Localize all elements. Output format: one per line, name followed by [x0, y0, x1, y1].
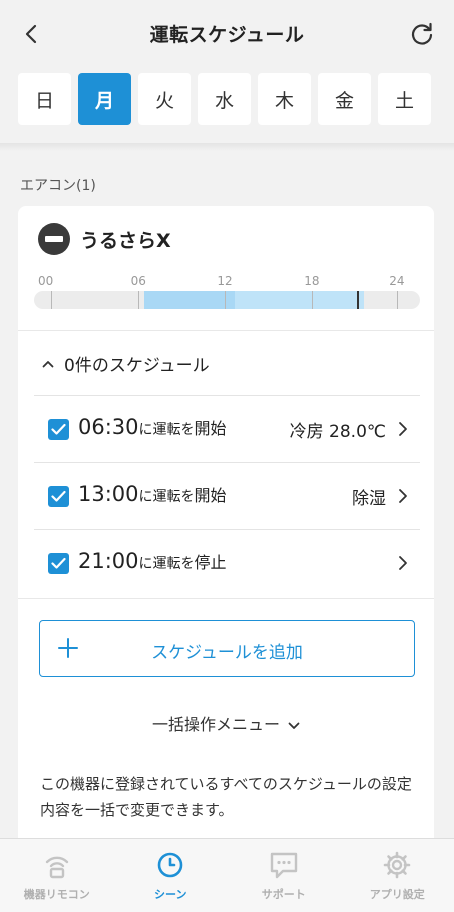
schedule-mode: 除湿: [352, 489, 386, 509]
tab-label: サポート: [261, 888, 306, 901]
schedule-suffix: に運転を: [138, 489, 195, 505]
chevron-down-icon: [288, 722, 300, 729]
schedule-action: 停止: [194, 553, 227, 572]
tab-scene[interactable]: シーン: [114, 839, 228, 912]
schedule-row[interactable]: 06:30に運転を開始 冷房 28.0℃: [34, 395, 420, 461]
schedule-mode: 冷房 28.0℃: [289, 422, 386, 442]
page-title: 運転スケジュール: [149, 24, 305, 46]
bulk-menu-label: 一括操作メニュー: [151, 715, 280, 734]
timeline-tick-label: 18: [304, 274, 320, 288]
schedule-suffix: に運転を: [138, 422, 195, 438]
gear-icon: [383, 851, 411, 879]
schedule-time: 06:30: [78, 415, 139, 439]
schedule-row[interactable]: 13:00に運転を開始 除湿: [34, 462, 420, 528]
day-tab-wed[interactable]: 水: [198, 73, 251, 125]
timeline-tick: [225, 291, 227, 309]
check-icon: [51, 423, 66, 435]
schedule-action: 開始: [194, 419, 227, 438]
schedule-description: 21:00に運転を停止: [78, 549, 227, 573]
timeline-tick: [396, 291, 398, 309]
tab-label: 機器リモコン: [23, 888, 90, 901]
timeline-tick: [311, 291, 313, 309]
check-icon: [51, 557, 66, 569]
day-tab-sun[interactable]: 日: [18, 73, 71, 125]
check-icon: [51, 490, 66, 502]
chevron-up-icon: [42, 360, 54, 367]
schedule-time: 13:00: [78, 482, 139, 506]
tab-label: アプリ設定: [369, 888, 425, 901]
add-schedule-button[interactable]: スケジュールを追加: [39, 620, 415, 677]
chevron-right-icon: [399, 556, 407, 570]
tab-support[interactable]: サポート: [227, 839, 341, 912]
timeline-tick: [138, 291, 140, 309]
schedule-row[interactable]: 21:00に運転を停止: [34, 529, 420, 595]
timeline-tick-label: 06: [130, 274, 146, 288]
schedule-timeline: 00 06 12 18 24: [34, 274, 420, 312]
card-divider: [18, 330, 434, 331]
schedule-count-label: 0件のスケジュール: [64, 356, 210, 376]
schedule-description: 06:30に運転を開始: [78, 415, 227, 439]
tab-device-remote[interactable]: 機器リモコン: [0, 839, 114, 912]
tab-app-settings[interactable]: アプリ設定: [341, 839, 454, 912]
schedule-action: 開始: [194, 486, 227, 505]
schedule-time: 21:00: [78, 549, 139, 573]
add-schedule-label: スケジュールを追加: [151, 643, 303, 663]
timeline-tick-label: 12: [217, 274, 233, 288]
clock-icon: [157, 852, 183, 878]
schedule-enabled-checkbox[interactable]: [48, 486, 69, 507]
wifi-remote-icon: [45, 856, 68, 879]
chevron-right-icon: [399, 422, 407, 436]
schedule-enabled-checkbox[interactable]: [48, 419, 69, 440]
bulk-description: この機器に登録されているすべてのスケジュールの設定内容を一括で変更できます。: [40, 775, 412, 819]
refresh-button[interactable]: [408, 20, 436, 48]
stop-marker: [357, 291, 360, 309]
schedule-count-toggle[interactable]: 0件のスケジュール: [42, 351, 210, 376]
chevron-right-icon: [399, 489, 407, 503]
day-tab-fri[interactable]: 金: [318, 73, 371, 125]
day-tab-sat[interactable]: 土: [378, 73, 431, 125]
device-name: うるさらX: [80, 230, 171, 252]
timeline-tick: [51, 291, 53, 309]
aircon-icon: [38, 223, 70, 255]
day-tab-tue[interactable]: 火: [138, 73, 191, 125]
cooling-period-band: [144, 291, 235, 309]
chat-bubble-icon: [270, 852, 297, 879]
bulk-operation-menu-toggle[interactable]: 一括操作メニュー: [18, 711, 434, 735]
section-label: エアコン(1): [20, 178, 96, 194]
timeline-tick-label: 24: [389, 274, 405, 288]
day-tab-thu[interactable]: 木: [258, 73, 311, 125]
refresh-icon: [411, 22, 433, 45]
schedule-suffix: に運転を: [138, 556, 195, 572]
timeline-track: [34, 291, 420, 309]
card-divider: [18, 598, 434, 599]
day-selector: 日 月 火 水 木 金 土: [18, 73, 431, 125]
header-divider: [0, 143, 454, 151]
timeline-tick-label: 00: [37, 274, 54, 288]
schedule-enabled-checkbox[interactable]: [48, 553, 69, 574]
tab-label: シーン: [154, 888, 187, 901]
bottom-tab-bar: 機器リモコン シーン サポート アプリ設定: [0, 838, 454, 912]
dehumidify-period-band: [234, 291, 365, 309]
app-header: 運転スケジュール: [0, 0, 454, 70]
day-tab-mon[interactable]: 月: [78, 73, 131, 125]
schedule-description: 13:00に運転を開始: [78, 482, 227, 506]
device-card: うるさらX 00 06 12 18 24 0件のスケジュール 06:30に運転を…: [18, 206, 434, 846]
